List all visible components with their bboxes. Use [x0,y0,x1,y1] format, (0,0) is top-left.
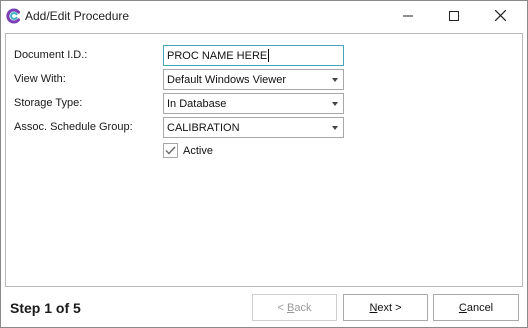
title-bar: Add/Edit Procedure [1,1,527,33]
storage-type-label: Storage Type: [14,97,83,109]
next-button-mnemonic: N [369,301,378,314]
chevron-down-icon [332,102,338,106]
back-button-label: ack [294,301,312,314]
step-indicator: Step 1 of 5 [10,300,81,316]
chevron-down-icon [332,126,338,130]
next-button-label: ext > [377,301,402,314]
text-caret [268,49,270,62]
minimize-button[interactable] [385,1,431,33]
view-with-value: Default Windows Viewer [167,74,287,86]
cancel-button-mnemonic: C [458,301,467,314]
close-button[interactable] [477,1,523,33]
add-edit-procedure-window: Add/Edit Procedure Document I.D.: PROC N… [0,0,528,328]
schedule-group-value: CALIBRATION [167,122,240,134]
window-title: Add/Edit Procedure [25,9,130,23]
cancel-button[interactable]: Cancel [433,294,519,321]
cancel-button-label: ancel [466,301,494,314]
back-button[interactable]: < Back [252,294,337,321]
view-with-label: View With: [14,73,66,85]
maximize-icon [449,10,459,24]
back-button-mnemonic: B [287,301,295,314]
active-label[interactable]: Active [183,145,213,157]
document-id-value: PROC NAME HERE [167,49,268,62]
wizard-footer: Step 1 of 5 < Back Next > Cancel [1,287,527,327]
close-icon [494,9,506,24]
document-id-input[interactable]: PROC NAME HERE [163,45,344,66]
storage-type-select[interactable]: In Database [163,93,344,114]
storage-type-value: In Database [167,98,227,110]
next-button[interactable]: Next > [343,294,428,321]
minimize-icon [403,10,413,24]
schedule-group-select[interactable]: CALIBRATION [163,117,344,138]
schedule-group-label: Assoc. Schedule Group: [14,121,133,133]
checkmark-icon [165,144,176,158]
form-panel: Document I.D.: PROC NAME HERE View With:… [5,33,523,287]
active-checkbox[interactable] [163,143,178,158]
back-button-prefix: < [277,301,287,314]
chevron-down-icon [332,78,338,82]
maximize-button[interactable] [431,1,477,33]
document-id-label: Document I.D.: [14,49,88,61]
view-with-select[interactable]: Default Windows Viewer [163,69,344,90]
app-logo-icon [6,8,22,24]
